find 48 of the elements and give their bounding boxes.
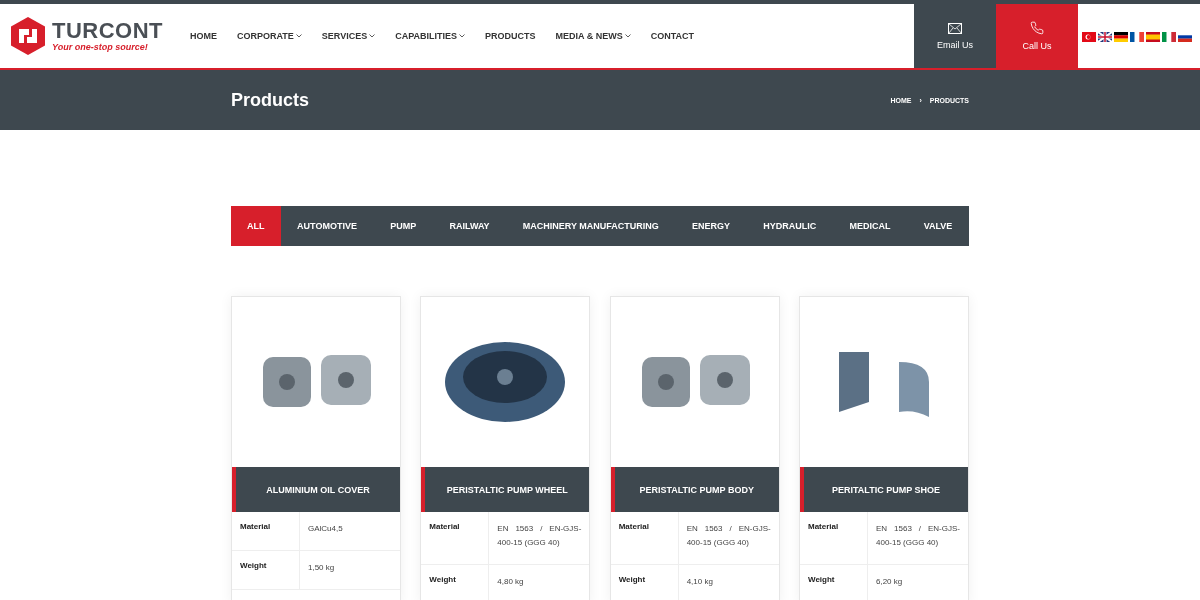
filter-tab[interactable]: ALL: [231, 206, 281, 246]
spec-value: 4,80 kg: [496, 576, 525, 588]
filter-tab[interactable]: MACHINERY MANUFACTURING: [506, 206, 676, 246]
spec-label: Material: [232, 512, 300, 550]
spec-label: Weight: [800, 565, 868, 600]
nav-link[interactable]: CORPORATE: [237, 31, 302, 41]
spec-value: EN 1563 / EN-GJS-400-15 (GGG 40): [875, 523, 961, 549]
flag-icon[interactable]: [1178, 32, 1192, 42]
spec-label: Weight: [421, 565, 490, 600]
nav-link[interactable]: CAPABILITIES: [395, 31, 466, 41]
phone-icon: [1030, 21, 1044, 35]
spec-value: 6,20 kg: [875, 576, 904, 588]
call-button[interactable]: Call Us: [996, 4, 1078, 68]
spec-value: GAlCu4,5: [307, 523, 344, 535]
spec-label: Material: [610, 512, 679, 564]
page-title: Products: [231, 89, 309, 111]
logo-tagline: Your one-stop source!: [52, 42, 149, 52]
nav-link[interactable]: PRODUCTS: [485, 31, 536, 41]
flag-icon[interactable]: [1098, 32, 1112, 42]
flag-icon[interactable]: [1114, 32, 1128, 42]
product-title[interactable]: PERITALTIC PUMP SHOE: [800, 467, 968, 512]
spec-value: EN 1563 / EN-GJS-400-15 (GGG 40): [496, 523, 583, 549]
filter-tab[interactable]: VALVE: [907, 206, 969, 246]
filter-tab[interactable]: AUTOMOTIVE: [280, 206, 374, 246]
nav-link[interactable]: MEDIA & NEWS: [555, 31, 631, 41]
filter-tab[interactable]: RAILWAY: [432, 206, 507, 246]
spec-value: 4,10 kg: [685, 576, 714, 588]
flag-icon[interactable]: [1130, 32, 1144, 42]
spec-label: Weight: [232, 551, 300, 589]
spec-label: Material: [421, 512, 490, 564]
nav-link[interactable]: HOME: [190, 31, 217, 41]
product-title[interactable]: ALUMINIUM OIL COVER: [232, 467, 400, 512]
logo-text: TURCONT: [52, 20, 164, 42]
logo-icon: [10, 16, 46, 56]
product-title[interactable]: PERISTALTIC PUMP BODY: [610, 467, 779, 512]
nav-link[interactable]: SERVICES: [321, 31, 376, 41]
filter-tab[interactable]: PUMP: [373, 206, 433, 246]
filter-tab[interactable]: ENERGY: [675, 206, 747, 246]
nav-link[interactable]: CONTACT: [650, 31, 695, 41]
envelope-icon: [948, 22, 962, 34]
email-button[interactable]: Email Us: [914, 4, 996, 68]
spec-value: 1,50 kg: [307, 562, 336, 574]
spec-label: Weight: [610, 565, 679, 600]
product-title[interactable]: PERISTALTIC PUMP WHEEL: [421, 467, 590, 512]
spec-label: Material: [800, 512, 868, 564]
spec-value: EN 1563 / EN-GJS-400-15 (GGG 40): [685, 523, 772, 549]
filter-tab[interactable]: MEDICAL: [832, 206, 908, 246]
filter-tab[interactable]: HYDRAULIC: [746, 206, 833, 246]
